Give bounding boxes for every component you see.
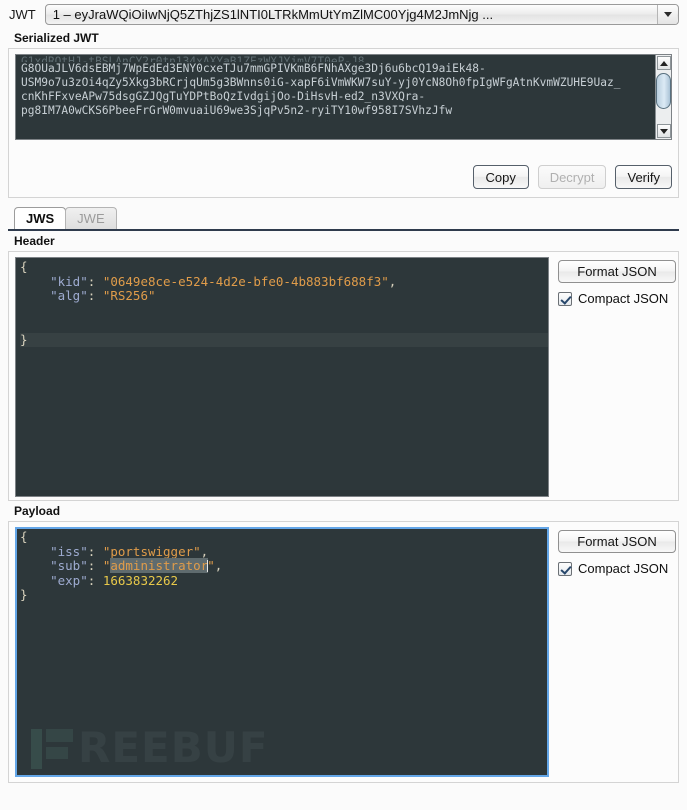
code-line: "sub": "administrator",: [50, 558, 223, 573]
code-line: "alg": "RS256": [50, 288, 156, 303]
header-json-editor[interactable]: { "kid": "0649e8ce-e524-4d2e-bfe0-4b883b…: [15, 257, 549, 497]
header-side-controls: Format JSON Compact JSON: [549, 257, 676, 495]
header-format-json-button[interactable]: Format JSON: [558, 260, 676, 283]
header-section: { "kid": "0649e8ce-e524-4d2e-bfe0-4b883b…: [8, 251, 679, 501]
payload-format-json-button[interactable]: Format JSON: [558, 530, 676, 553]
payload-section-title: Payload: [14, 504, 61, 518]
serialized-jwt-input[interactable]: G1xdRQtHJ-tBSLAnCY2r0tn134xAXYaB1ZEzWXJY…: [16, 55, 655, 139]
serialized-line-clipped: G1xdRQtHJ-tBSLAnCY2r0tn134xAXYaB1ZEzWXJY…: [21, 55, 372, 62]
jws-jwe-tabs: JWS JWE: [14, 206, 687, 229]
scroll-down-arrow-icon[interactable]: [656, 124, 671, 138]
header-compact-json-label: Compact JSON: [578, 291, 669, 306]
serialized-line: pg8IM7A0wCKS6PbeeFrGrW0mvuaiU69we3SjqPv5…: [21, 104, 453, 117]
payload-json-editor[interactable]: { "iss": "portswigger", "sub": "administ…: [15, 527, 549, 777]
verify-button[interactable]: Verify: [615, 165, 672, 189]
header-compact-json-checkbox[interactable]: [558, 291, 572, 306]
header-section-title: Header: [14, 234, 55, 248]
chevron-down-icon[interactable]: [657, 4, 677, 24]
watermark-text: REEBUF: [78, 723, 269, 772]
scrollbar-thumb[interactable]: [656, 73, 671, 109]
code-line: "iss": "portswigger",: [50, 543, 209, 559]
code-line: {: [20, 259, 28, 274]
payload-compact-json-row[interactable]: Compact JSON: [558, 561, 676, 576]
copy-button[interactable]: Copy: [472, 165, 529, 189]
code-line: "exp": 1663832262: [50, 572, 179, 588]
serialized-jwt-buttons: Copy Decrypt Verify: [472, 165, 672, 189]
freebuf-logo-icon: [31, 727, 73, 769]
code-line: {: [20, 529, 28, 544]
serialized-jwt-panel: G1xdRQtHJ-tBSLAnCY2r0tn134xAXYaB1ZEzWXJY…: [8, 48, 679, 198]
tab-jwe[interactable]: JWE: [65, 207, 117, 229]
decrypt-button: Decrypt: [537, 165, 607, 189]
payload-compact-json-checkbox[interactable]: [558, 561, 572, 576]
jwt-dropdown[interactable]: 1 – eyJraWQiOiIwNjQ5ZThjZS1lNTI0LTRkMmUt…: [44, 3, 679, 25]
serialized-jwt-scrollbar[interactable]: [655, 55, 671, 139]
payload-section: { "iss": "portswigger", "sub": "administ…: [8, 521, 679, 783]
serialized-line: G8OUaJLV6dsEBMj7WpEdEd3ENY0cxeTJu7mmGPIV…: [21, 62, 486, 75]
payload-compact-json-label: Compact JSON: [578, 561, 669, 576]
serialized-jwt-editor-wrap[interactable]: G1xdRQtHJ-tBSLAnCY2r0tn134xAXYaB1ZEzWXJY…: [15, 54, 672, 140]
jwt-dropdown-value: 1 – eyJraWQiOiIwNjQ5ZThjZS1lNTI0LTRkMmUt…: [52, 6, 494, 22]
code-line: }: [20, 587, 28, 602]
scroll-up-arrow-icon[interactable]: [656, 56, 671, 70]
serialized-jwt-title: Serialized JWT: [14, 31, 99, 45]
code-line: }: [20, 332, 548, 347]
payload-side-controls: Format JSON Compact JSON: [549, 527, 676, 777]
serialized-line: USM9o7u3zOi4qZy5Xkg3bRCrjqUm5g3BWnns0iG-…: [21, 76, 621, 89]
jwt-label: JWT: [9, 6, 36, 22]
serialized-line: cnKhFFxveAPw75dsgGZJQgTuYDPtBoQzIvdgijOo…: [21, 90, 426, 103]
jwt-selector-row: JWT 1 – eyJraWQiOiIwNjQ5ZThjZS1lNTI0LTRk…: [0, 0, 687, 28]
freebuf-watermark: REEBUF: [31, 727, 269, 769]
code-line: "kid": "0649e8ce-e524-4d2e-bfe0-4b883bf6…: [50, 273, 397, 289]
tab-jws[interactable]: JWS: [14, 207, 67, 229]
header-compact-json-row[interactable]: Compact JSON: [558, 291, 676, 306]
